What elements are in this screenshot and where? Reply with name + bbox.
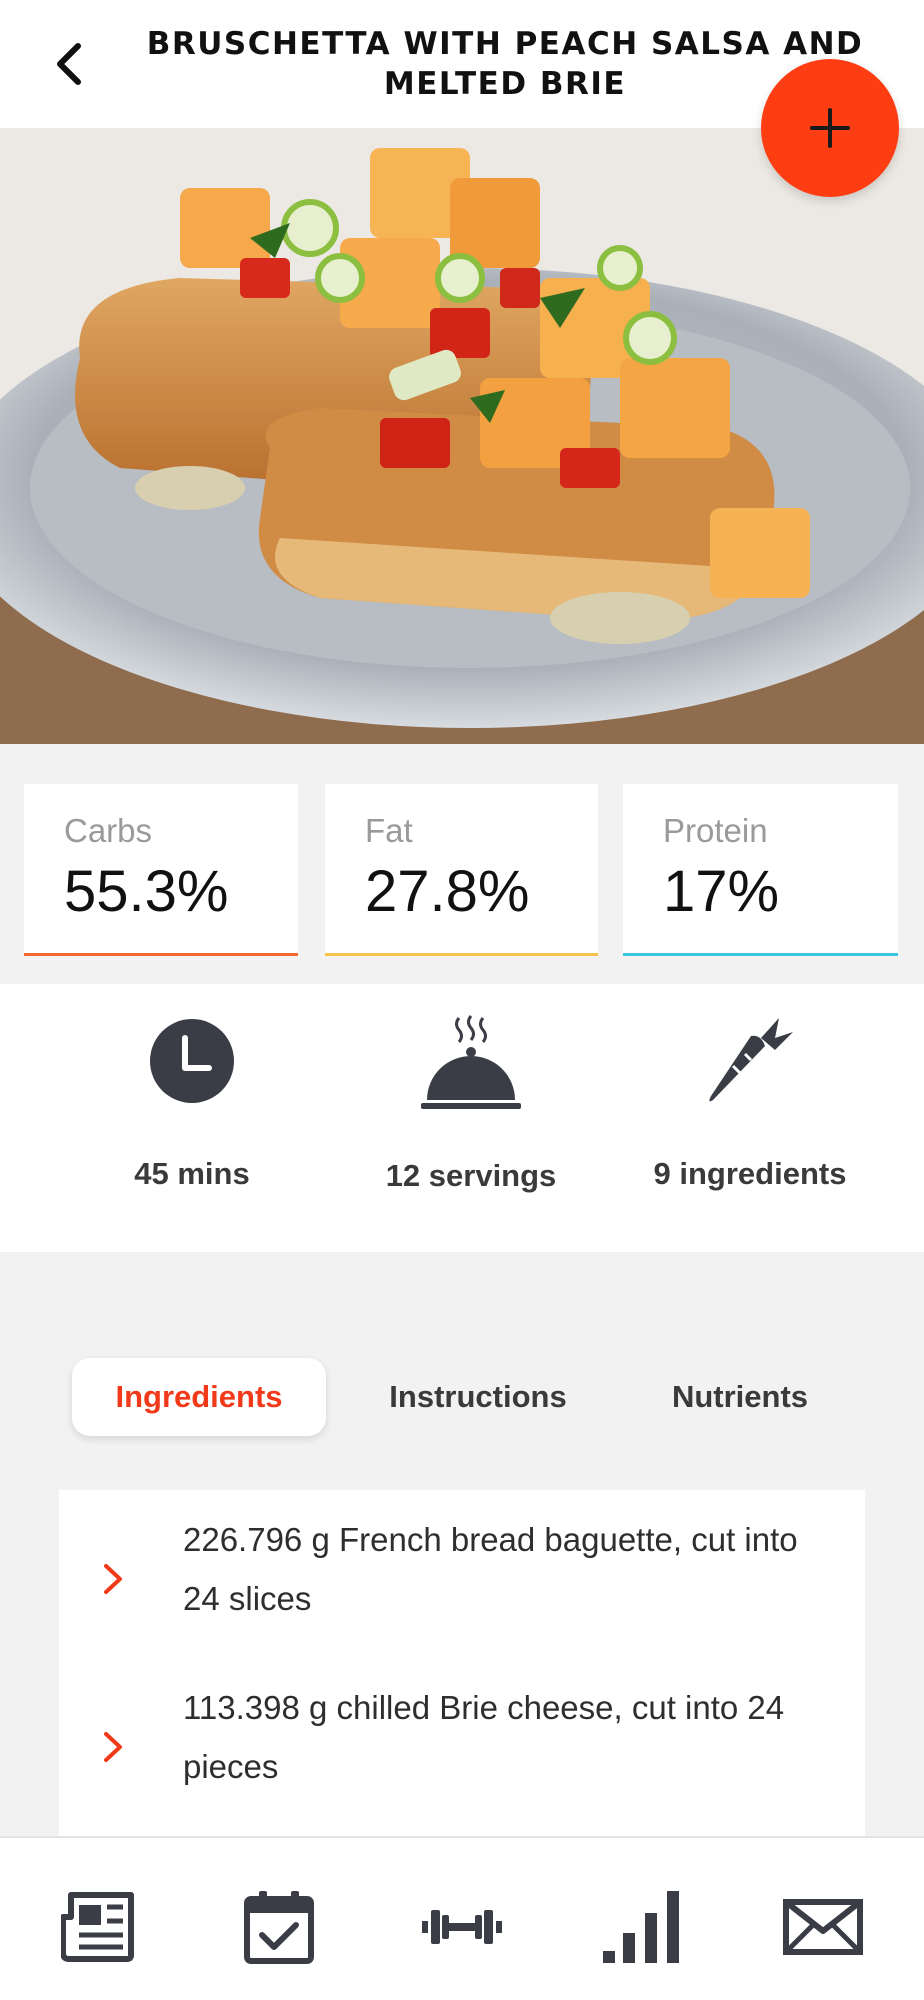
clock-icon <box>150 1019 234 1103</box>
macro-card-fat: Fat 27.8% <box>325 784 598 956</box>
calendar-check-icon <box>244 1891 314 1964</box>
carrot-icon <box>709 1018 793 1102</box>
bottom-nav <box>0 1836 924 2000</box>
chevron-right-icon <box>104 1732 122 1762</box>
tab-ingredients[interactable]: Ingredients <box>72 1358 326 1436</box>
prep-time-text: 45 mins <box>134 1156 250 1191</box>
macro-card-protein: Protein 17% <box>623 784 898 956</box>
plus-icon <box>810 108 850 148</box>
nav-messages[interactable] <box>778 1882 868 1972</box>
bar-chart-icon <box>603 1891 679 1963</box>
macro-label: Fat <box>365 812 413 849</box>
recipe-tabs: Ingredients Instructions Nutrients <box>0 1358 924 1438</box>
serving-dish-icon <box>421 1015 521 1109</box>
list-item[interactable]: 113.398 g chilled Brie cheese, cut into … <box>59 1678 865 1808</box>
macro-underline <box>623 953 898 956</box>
mail-icon <box>783 1899 863 1955</box>
chevron-right-icon <box>104 1564 122 1594</box>
ingredient-count: 9 ingredients <box>600 984 900 1252</box>
tab-nutrients[interactable]: Nutrients <box>640 1358 840 1436</box>
recipe-photo <box>0 128 924 744</box>
macro-label: Carbs <box>64 812 153 849</box>
newspaper-icon <box>61 1892 134 1962</box>
tab-instructions[interactable]: Instructions <box>368 1358 588 1436</box>
macros-section: Carbs 55.3% Fat 27.8% Protein 17% <box>0 744 924 984</box>
nav-stats[interactable] <box>596 1882 686 1972</box>
ingredient-text: 113.398 g chilled Brie cheese, cut into … <box>183 1689 785 1785</box>
macro-underline <box>24 953 298 956</box>
macro-card-carbs: Carbs 55.3% <box>24 784 298 956</box>
back-button[interactable] <box>40 34 100 94</box>
macro-value: 55.3% <box>64 859 229 924</box>
chevron-left-icon <box>57 43 81 85</box>
ingredient-text: 226.796 g French bread baguette, cut int… <box>183 1521 798 1617</box>
macro-underline <box>325 953 598 956</box>
nav-calendar[interactable] <box>234 1882 324 1972</box>
servings: 12 servings <box>321 984 621 1252</box>
prep-time: 45 mins <box>42 984 342 1252</box>
page-title: BRUSCHETTA WITH PEACH SALSA AND MELTED B… <box>146 26 864 102</box>
nav-workouts[interactable] <box>417 1882 507 1972</box>
servings-text: 12 servings <box>385 1158 557 1193</box>
macro-label: Protein <box>663 812 768 849</box>
ingredient-count-text: 9 ingredients <box>653 1156 847 1191</box>
macro-value: 27.8% <box>365 859 530 924</box>
add-button[interactable] <box>761 59 899 197</box>
macro-value: 17% <box>663 859 780 924</box>
dumbbell-icon <box>422 1910 502 1944</box>
nav-news[interactable] <box>56 1882 146 1972</box>
list-item[interactable]: 226.796 g French bread baguette, cut int… <box>59 1510 865 1640</box>
ingredients-list: 226.796 g French bread baguette, cut int… <box>59 1490 865 1836</box>
recipe-info-row: 45 mins 12 servings 9 ingredients <box>0 984 924 1252</box>
